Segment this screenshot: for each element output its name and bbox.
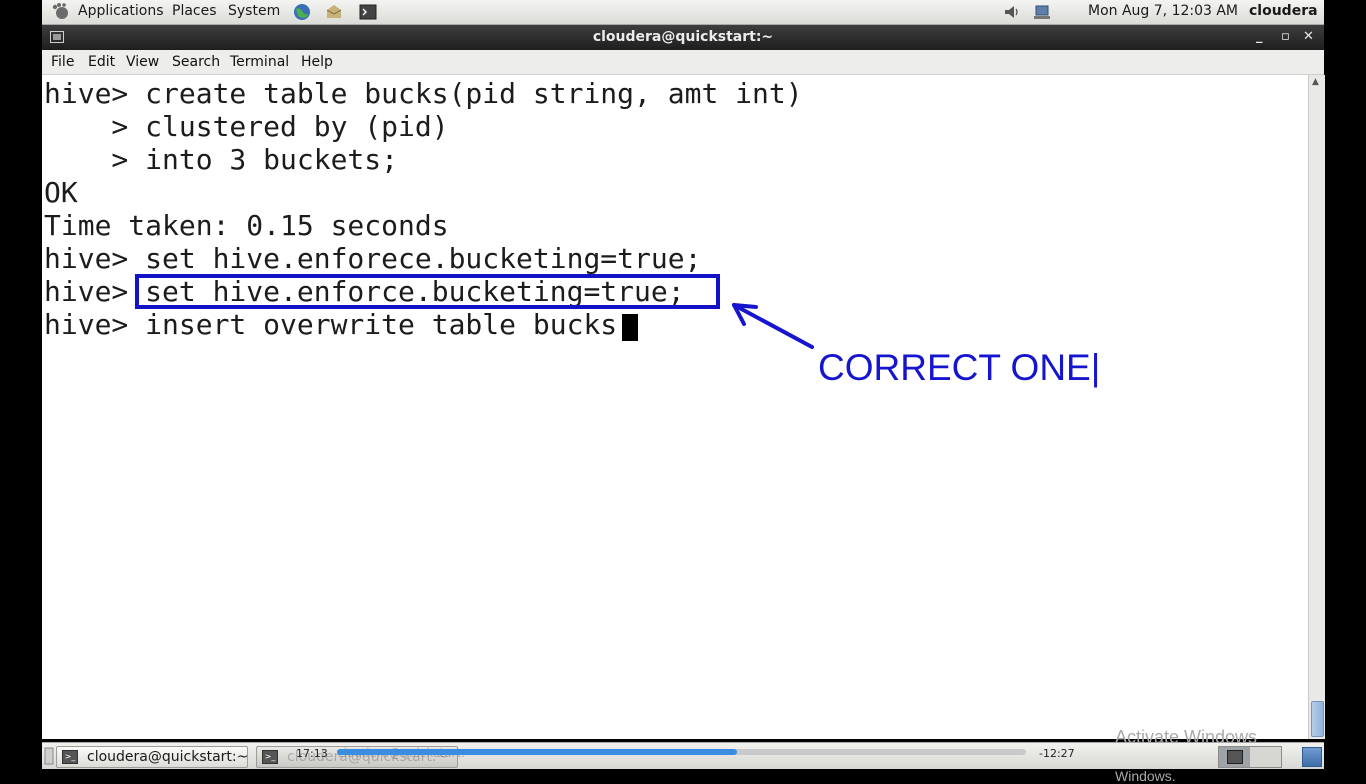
gnome-foot-icon[interactable] [50, 2, 70, 22]
arrow-annotation-icon [732, 303, 814, 349]
network-icon[interactable] [1032, 2, 1052, 22]
show-desktop-icon[interactable] [44, 747, 54, 765]
minimize-button[interactable]: _ [1256, 29, 1263, 44]
taskbar-terminal-label: cloudera@quickstart:~ [87, 749, 249, 765]
terminal-output[interactable]: hive> create table bucks(pid string, amt… [42, 75, 1308, 784]
window-titlebar: cloudera@quickstart:~ _ ▫ ✕ [42, 25, 1324, 50]
terminal-line: hive> set hive.enforece.bucketing=true; [44, 242, 702, 275]
trash-icon[interactable] [1302, 747, 1322, 767]
terminal-line: Time taken: 0.15 seconds [44, 209, 449, 242]
video-progress-overlay: 17:13 cloudera@quickstart:~ -12:27 [286, 744, 1084, 766]
user-name[interactable]: cloudera [1249, 3, 1318, 19]
text-cursor [622, 314, 638, 341]
terminal-line: hive> create table bucks(pid string, amt… [44, 77, 803, 110]
terminal-icon: >_ [62, 750, 78, 764]
terminal-icon: >_ [262, 750, 278, 764]
taskbar-terminal-button[interactable]: >_ cloudera@quickstart:~ [56, 746, 248, 768]
menu-search[interactable]: Search [172, 54, 220, 70]
menu-edit[interactable]: Edit [88, 54, 115, 70]
terminal-line: > into 3 buckets; [44, 143, 399, 176]
highlight-box [135, 274, 720, 309]
maximize-button[interactable]: ▫ [1281, 29, 1290, 44]
scroll-up-icon[interactable]: ▲ [1312, 77, 1319, 87]
terminal-line: > clustered by (pid) [44, 110, 449, 143]
menu-terminal[interactable]: Terminal [230, 54, 289, 70]
elapsed-time: 17:13 [296, 747, 328, 760]
vertical-scrollbar[interactable]: ▲ [1308, 75, 1325, 739]
mail-client-icon[interactable] [324, 2, 344, 22]
system-menu[interactable]: System [228, 3, 280, 19]
menu-help[interactable]: Help [301, 54, 333, 70]
terminal-line: hive> insert overwrite table bucks [44, 308, 618, 341]
workspace-switcher[interactable] [1218, 746, 1282, 768]
places-menu[interactable]: Places [172, 3, 217, 19]
annotation-label: CORRECT ONE| [818, 347, 1101, 388]
video-progress-track[interactable] [337, 749, 1026, 755]
terminal-launcher-icon[interactable] [358, 2, 378, 22]
window-title: cloudera@quickstart:~ [592, 29, 774, 45]
remaining-time: -12:27 [1039, 747, 1075, 760]
clock[interactable]: Mon Aug 7, 12:03 AM [1088, 3, 1238, 19]
volume-icon[interactable] [1002, 2, 1022, 22]
menubar: File Edit View Search Terminal Help [42, 50, 1324, 75]
close-button[interactable]: ✕ [1303, 29, 1314, 44]
terminal-line: OK [44, 176, 78, 209]
scrollbar-thumb[interactable] [1311, 701, 1324, 737]
menu-view[interactable]: View [126, 54, 159, 70]
web-browser-icon[interactable] [292, 2, 312, 22]
video-progress-fill [337, 749, 737, 755]
menu-file[interactable]: File [51, 54, 74, 70]
applications-menu[interactable]: Applications [78, 3, 164, 19]
workspace-terminal-icon [1227, 750, 1243, 764]
top-panel: Applications Places System Mon Aug 7, 12… [42, 0, 1324, 25]
